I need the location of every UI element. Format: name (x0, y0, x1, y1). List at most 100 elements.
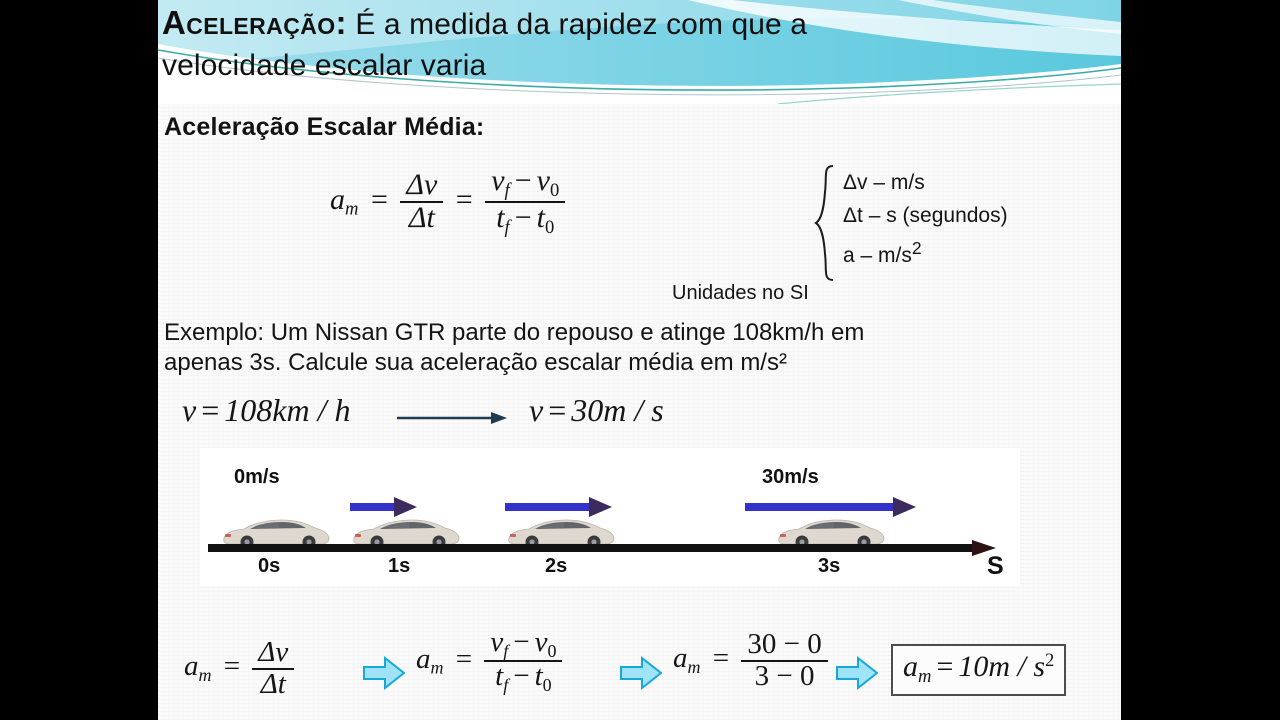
step2-v0: v (534, 626, 548, 658)
formula-numerator: vf − v0 (485, 164, 565, 201)
result-value: 10m / s (958, 650, 1046, 684)
step2-vf: v (490, 626, 504, 658)
step1-a-sub: m (198, 664, 212, 685)
v-initial: v (536, 164, 550, 197)
step2-tf: t (495, 660, 504, 693)
conv-left-eq: = (201, 392, 220, 428)
formula-fraction-delta: Δv Δt (400, 168, 444, 234)
step2-minus-1: − (513, 626, 530, 658)
main-formula: am = Δv Δt = vf − v0 tf − t0 (330, 164, 566, 238)
v-final: v (491, 164, 505, 197)
formula-lhs: a (330, 182, 345, 216)
units-legend: Δv – m/s Δt – s (segundos) a – m/s2 (813, 164, 1083, 282)
slide-canvas: Aceleração: É a medida da rapidez com qu… (158, 0, 1121, 720)
v-final-sub: f (504, 179, 510, 201)
page-title-lead: Aceleração: (162, 4, 347, 41)
result-exponent: 2 (1045, 650, 1055, 671)
step1-a: a (184, 650, 199, 683)
step1-den: Δt (252, 667, 295, 700)
position-axis-line (208, 544, 978, 552)
formula-delta-t: Δt (400, 200, 444, 234)
step2-den: tf − t0 (484, 660, 563, 695)
step1-eq: = (223, 650, 241, 683)
t-initial-sub: 0 (544, 216, 555, 238)
letterbox-right (1121, 0, 1280, 720)
minus-2: − (514, 200, 532, 234)
conversion-right: v = 30m / s (529, 392, 664, 429)
t-final: t (496, 200, 505, 234)
example-line-2: apenas 3s. Calcule sua aceleração escala… (164, 349, 787, 376)
step3-num: 30 − 0 (747, 628, 822, 660)
unit-line-delta-v: Δv – m/s (843, 171, 925, 194)
calculation-row: am = Δv Δt am = vf − v0 tf − t0 am = 30 … (168, 622, 1118, 718)
step2-t0: t (534, 660, 543, 693)
calc-step-2: am = vf − v0 tf − t0 (416, 626, 563, 695)
speed-label-end: 30m/s (762, 466, 819, 488)
calc-step-3: am = 30 − 0 3 − 0 (673, 628, 828, 692)
formula-equals-2: = (455, 182, 473, 216)
slide-header-banner: Aceleração: É a medida da rapidez com qu… (158, 0, 1121, 104)
block-arrow-right-icon-2 (620, 656, 662, 690)
t-initial: t (536, 200, 545, 234)
step2-a: a (416, 642, 431, 675)
formula-lhs-subscript: m (345, 198, 359, 220)
car-icon-0s (223, 519, 330, 548)
step3-fraction: 30 − 0 3 − 0 (741, 628, 828, 692)
screen: Aceleração: É a medida da rapidez com qu… (0, 0, 1280, 720)
curly-brace-icon (814, 165, 834, 281)
step3-a-sub: m (687, 656, 701, 677)
conv-right-value: 30m / s (571, 392, 664, 428)
page-title-line2: velocidade escalar varia (162, 49, 487, 82)
right-arrow-icon (397, 412, 507, 424)
conv-right-v: v (529, 392, 544, 428)
section-subtitle: Aceleração Escalar Média: (164, 113, 485, 141)
result-expression: am = 10m / s2 (903, 650, 1055, 687)
si-units-caption: Unidades no SI (672, 282, 809, 304)
motion-diagram: 0m/s 30m/s S 0s 1s 2s 3s (200, 448, 1020, 586)
velocity-conversion: v = 108km / h v = 30m / s (182, 392, 742, 442)
time-label-0s: 0s (258, 555, 281, 577)
car-icon-1s (353, 519, 460, 548)
example-line-1: Exemplo: Um Nissan GTR parte do repouso … (164, 319, 865, 346)
step2-t0-sub: 0 (542, 674, 552, 695)
conv-left-v: v (182, 392, 197, 428)
page-title-rest: É a medida da rapidez com que a (346, 8, 808, 41)
result-a: a (903, 650, 918, 684)
step3-a: a (673, 642, 688, 675)
unit-line-delta-t: Δt – s (segundos) (843, 204, 1008, 227)
minus-1: − (514, 164, 532, 197)
formula-denominator: tf − t0 (485, 200, 566, 238)
step2-minus-2: − (513, 660, 530, 693)
formula-delta-v: Δv (406, 168, 438, 202)
step2-a-sub: m (430, 657, 444, 678)
units-lines: Δv – m/s Δt – s (segundos) a – m/s2 (843, 166, 1008, 272)
formula-fraction-expanded: vf − v0 tf − t0 (485, 164, 566, 238)
car-icon-2s (508, 519, 615, 548)
step2-eq: = (455, 642, 473, 675)
step2-v0-sub: 0 (547, 640, 557, 661)
time-label-2s: 2s (545, 555, 568, 577)
step1-num: Δv (258, 636, 289, 668)
time-label-1s: 1s (388, 555, 411, 577)
t-final-sub: f (504, 216, 510, 238)
formula-equals-1: = (370, 182, 388, 216)
unit-a-exponent: 2 (911, 238, 922, 258)
step3-eq: = (712, 642, 730, 675)
speed-label-start: 0m/s (234, 466, 280, 488)
letterbox-left (0, 0, 158, 720)
car-icon-3s (778, 519, 885, 548)
step3-den: 3 − 0 (741, 659, 828, 692)
page-title: Aceleração: É a medida da rapidez com qu… (162, 2, 1120, 86)
conv-right-eq: = (548, 392, 567, 428)
unit-line-a: a – m/s2 (843, 232, 1008, 272)
step2-num: vf − v0 (484, 626, 562, 661)
unit-a-text: a – m/s (843, 244, 912, 267)
step1-fraction: Δv Δt (252, 636, 295, 700)
v-initial-sub: 0 (549, 179, 560, 201)
conv-left-value: 108km / h (224, 392, 351, 428)
conversion-left: v = 108km / h (182, 392, 350, 429)
result-eq: = (936, 650, 954, 684)
result-a-sub: m (918, 666, 932, 688)
block-arrow-right-icon-1 (363, 656, 405, 690)
time-label-3s: 3s (818, 555, 841, 577)
